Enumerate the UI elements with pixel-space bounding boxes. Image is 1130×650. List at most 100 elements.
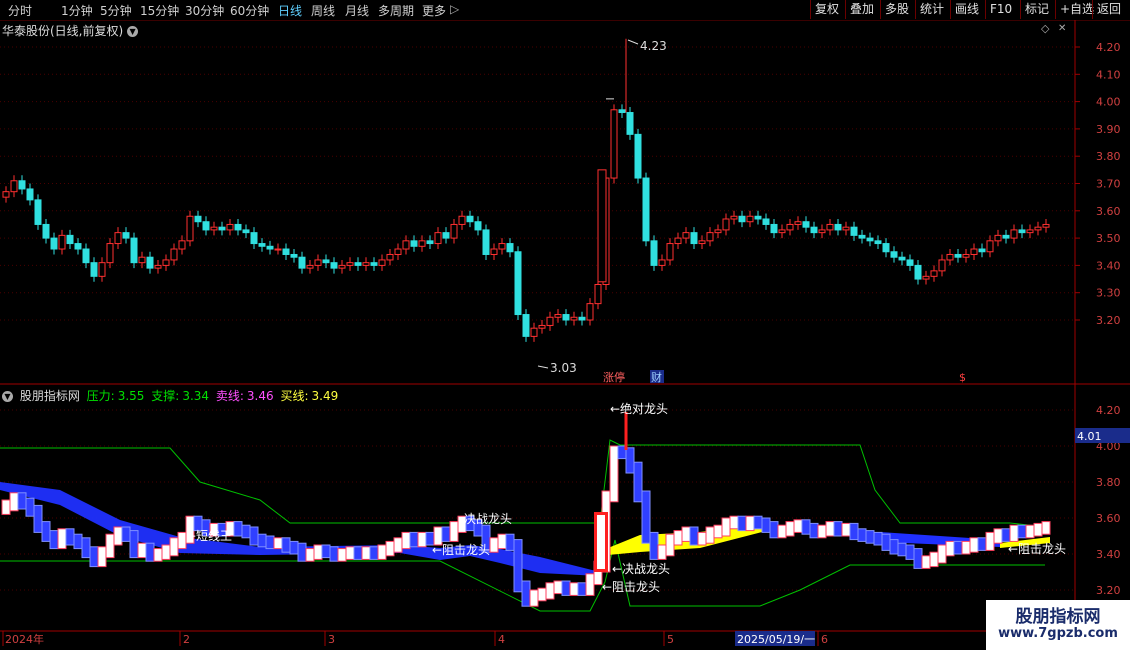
period-tab[interactable]: 多周期 bbox=[378, 2, 414, 19]
indicator-candle bbox=[233, 521, 243, 537]
candle-body bbox=[90, 262, 98, 277]
candle-body bbox=[50, 237, 58, 250]
candle-body bbox=[538, 324, 546, 329]
candle-body bbox=[194, 215, 202, 223]
period-tab[interactable]: 5分钟 bbox=[100, 2, 132, 19]
candle-body bbox=[442, 232, 450, 239]
sell-line-value: 3.46 bbox=[246, 389, 274, 403]
indicator-candle bbox=[353, 546, 363, 560]
indicator-candle bbox=[505, 533, 515, 551]
mark-button[interactable]: 标记 bbox=[1020, 0, 1053, 19]
f10-button[interactable]: F10 bbox=[985, 0, 1016, 19]
candle-body bbox=[474, 221, 482, 231]
indicator-menu-icon[interactable]: ▼ bbox=[2, 391, 13, 402]
adjust-button[interactable]: 复权 bbox=[810, 0, 843, 19]
y-tick-label: 3.80 bbox=[1096, 150, 1121, 163]
candle-body bbox=[514, 251, 522, 316]
candle-body bbox=[578, 316, 586, 321]
multi-stock-button[interactable]: 多股 bbox=[880, 0, 913, 19]
indicator-candle bbox=[993, 528, 1003, 544]
candle-body bbox=[786, 223, 794, 231]
indicator-candle bbox=[401, 531, 411, 550]
period-tab[interactable]: 60分钟 bbox=[230, 2, 269, 19]
candle-body bbox=[914, 264, 922, 280]
low-annotation: 3.03 bbox=[537, 361, 577, 375]
y-tick-label: 3.20 bbox=[1096, 314, 1121, 327]
indicator-candle bbox=[609, 445, 619, 503]
candle-body bbox=[690, 232, 698, 245]
watermark-url: www.7gpzb.com bbox=[998, 626, 1118, 641]
candle-body bbox=[298, 256, 306, 269]
stock-title: 华泰股份(日线,前复权) ▼ bbox=[2, 22, 139, 39]
back-button[interactable]: 返回 bbox=[1092, 0, 1125, 19]
toolbar: 分时 1分钟 5分钟 15分钟 30分钟 60分钟 日线 周线 月线 多周期 更… bbox=[0, 0, 1130, 21]
chart-canvas[interactable]: 4.20 4.10 4.00 3.90 3.80 3.70 3.60 3.50 3.40 3.30… bbox=[0, 20, 1130, 650]
y-tick-label: 3.20 bbox=[1096, 584, 1121, 597]
candle-body bbox=[626, 112, 634, 135]
candle-body bbox=[322, 259, 330, 264]
draw-line-button[interactable]: 画线 bbox=[950, 0, 983, 19]
indicator-candle bbox=[673, 530, 683, 546]
indicator-candle bbox=[1009, 524, 1019, 542]
candle-body bbox=[250, 232, 258, 245]
candle-body bbox=[202, 221, 210, 231]
buy-line-value: 3.49 bbox=[311, 389, 339, 403]
indicator-candle bbox=[313, 544, 323, 560]
period-tab-active[interactable]: 日线 bbox=[278, 2, 302, 19]
stats-button[interactable]: 统计 bbox=[915, 0, 948, 19]
candle-body bbox=[490, 248, 498, 255]
indicator-candle bbox=[305, 548, 315, 562]
chevron-down-icon[interactable]: ▼ bbox=[127, 26, 139, 37]
chevron-right-icon[interactable]: ▷ bbox=[450, 2, 459, 16]
period-tab[interactable]: 分时 bbox=[8, 2, 32, 19]
period-tab[interactable]: 15分钟 bbox=[140, 2, 179, 19]
indicator-candle bbox=[1033, 522, 1043, 537]
candle-body bbox=[858, 234, 866, 239]
candle-body bbox=[266, 245, 274, 250]
diamond-icon[interactable]: ◇ bbox=[1041, 22, 1049, 35]
indicator-candle bbox=[625, 447, 635, 474]
indicator-candle bbox=[641, 490, 651, 544]
period-tab[interactable]: 30分钟 bbox=[185, 2, 224, 19]
sell-line-label: 卖线: bbox=[215, 389, 244, 403]
candle-body bbox=[106, 243, 114, 264]
period-tab[interactable]: 1分钟 bbox=[61, 2, 93, 19]
high-label: 4.23 bbox=[640, 39, 667, 53]
candle-body bbox=[394, 248, 402, 255]
candle-body bbox=[778, 229, 786, 234]
candle-body bbox=[986, 240, 994, 253]
current-value-text: 4.01 bbox=[1077, 430, 1102, 443]
indicator-candle bbox=[681, 526, 691, 542]
watermark-title: 股朋指标网 bbox=[1015, 607, 1101, 627]
overlay-button[interactable]: 叠加 bbox=[845, 0, 878, 19]
indicator-candle bbox=[257, 533, 267, 548]
indicator-candle bbox=[889, 539, 899, 555]
candle-body bbox=[370, 262, 378, 266]
candle-body bbox=[218, 226, 226, 231]
period-tab[interactable]: 月线 bbox=[345, 2, 369, 19]
candle-body bbox=[594, 284, 602, 305]
indicator-candle bbox=[961, 540, 971, 555]
candle-body bbox=[874, 240, 882, 245]
close-icon[interactable]: ✕ bbox=[1058, 23, 1066, 34]
candle-body bbox=[922, 275, 930, 280]
candlestick-series bbox=[2, 38, 1050, 342]
indicator-header: ▼ 股朋指标网 压力: 3.55 支撑: 3.34 卖线: 3.46 买线: 3.49 bbox=[2, 387, 341, 404]
y-tick-label: 3.60 bbox=[1096, 512, 1121, 525]
y-tick-label: 3.90 bbox=[1096, 123, 1121, 136]
limit-up-bar-inner bbox=[597, 515, 605, 569]
candle-body bbox=[597, 169, 607, 283]
buy-line-label: 买线: bbox=[280, 389, 309, 403]
indicator-candle bbox=[105, 533, 115, 559]
main-y-axis: 4.20 4.10 4.00 3.90 3.80 3.70 3.60 3.50 3.40 3.30… bbox=[1096, 41, 1121, 327]
candle-body bbox=[178, 240, 186, 250]
period-tab[interactable]: 更多 bbox=[422, 2, 446, 19]
indicator-candle bbox=[337, 548, 347, 562]
period-tab[interactable]: 周线 bbox=[311, 2, 335, 19]
indicator-candle bbox=[89, 546, 99, 568]
candle-body bbox=[898, 256, 906, 261]
indicator-candle bbox=[945, 540, 955, 557]
candle-body bbox=[826, 223, 834, 231]
y-tick-label: 3.60 bbox=[1096, 205, 1121, 218]
indicator-candle bbox=[129, 530, 139, 559]
